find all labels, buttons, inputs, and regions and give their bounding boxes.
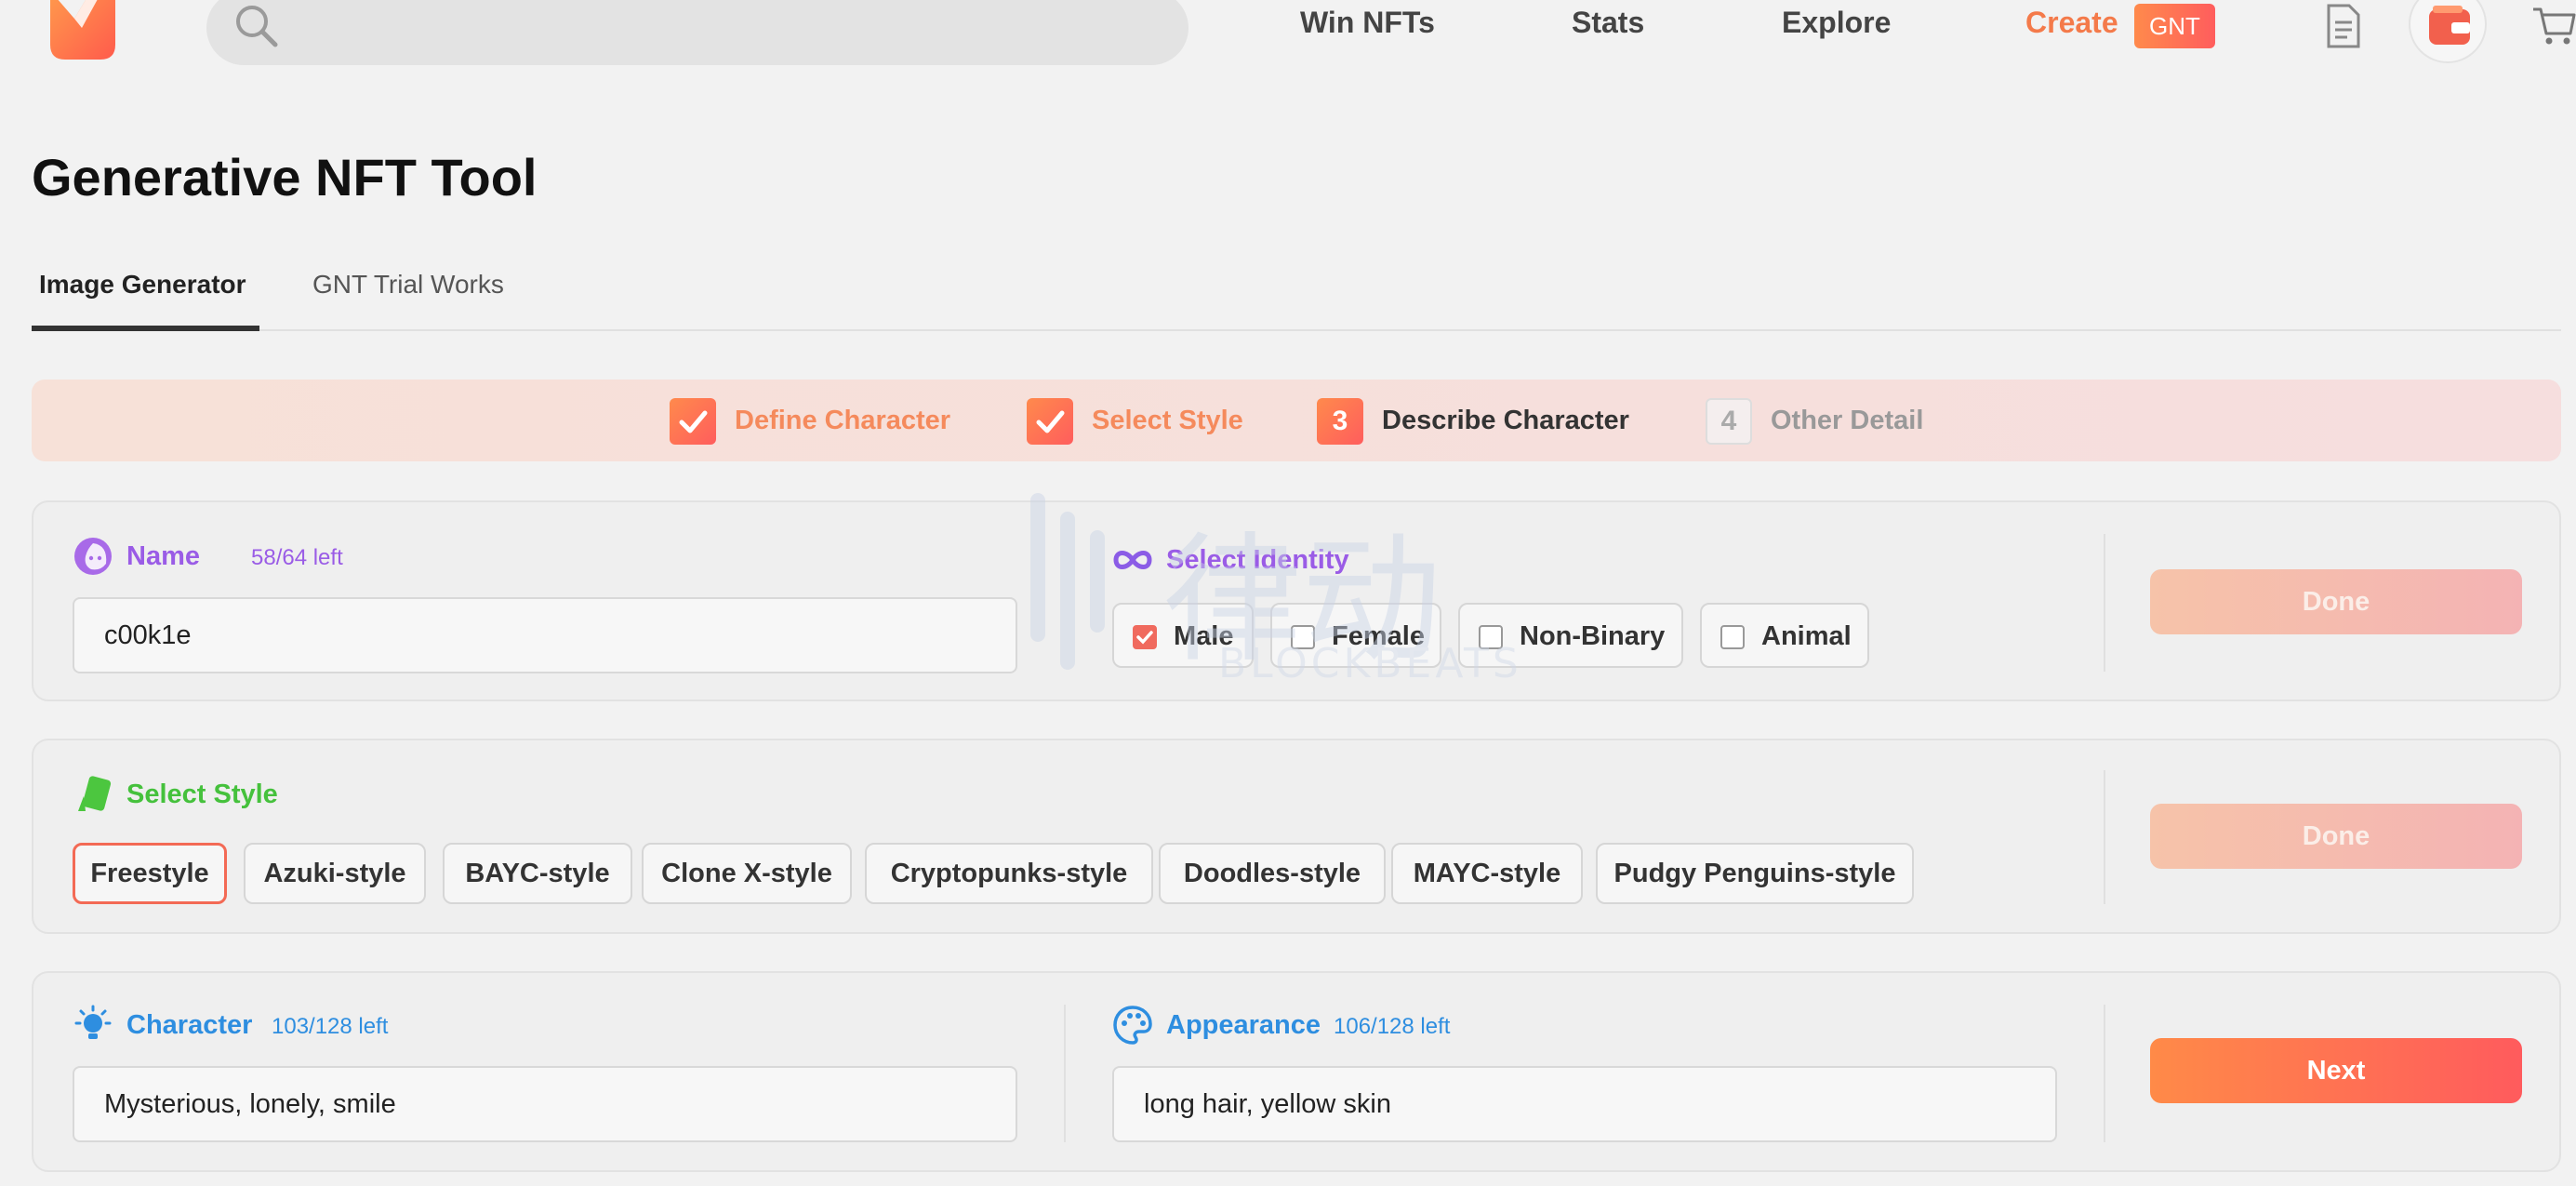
name-label: Name: [126, 541, 200, 571]
identity-option-non-binary[interactable]: Non-Binary: [1458, 603, 1683, 668]
define-done-button[interactable]: Done: [2150, 569, 2522, 634]
style-option-freestyle[interactable]: Freestyle: [73, 843, 227, 904]
card-divider: [2104, 534, 2105, 672]
identity-option-animal[interactable]: Animal: [1700, 603, 1869, 668]
checkbox-checked-icon: [1133, 625, 1157, 649]
style-option-azuki[interactable]: Azuki-style: [244, 843, 426, 904]
name-input[interactable]: c00k1e: [73, 597, 1017, 673]
checkbox-icon: [1291, 625, 1315, 649]
nav-create[interactable]: Create: [2025, 6, 2118, 40]
name-char-count: 58/64 left: [251, 545, 343, 570]
style-option-doodles[interactable]: Doodles-style: [1159, 843, 1386, 904]
style-option-pudgy-penguins[interactable]: Pudgy Penguins-style: [1596, 843, 1914, 904]
identity-option-label: Female: [1332, 621, 1425, 651]
identity-label: Select Identity: [1166, 545, 1349, 575]
search-input[interactable]: [299, 7, 1136, 48]
nav-stats[interactable]: Stats: [1572, 6, 1644, 40]
next-button[interactable]: Next: [2150, 1038, 2522, 1103]
progress-stepper: Define Character Select Style 3 Describe…: [32, 380, 2561, 461]
style-label: Select Style: [126, 780, 278, 809]
card-divider: [2104, 1005, 2105, 1142]
define-character-card: Name 58/64 left c00k1e Select Identity M…: [32, 500, 2561, 701]
card-divider: [2104, 770, 2105, 904]
nav-win-nfts[interactable]: Win NFTs: [1300, 6, 1435, 40]
style-option-cryptopunks[interactable]: Cryptopunks-style: [865, 843, 1153, 904]
identity-option-label: Male: [1174, 621, 1234, 651]
identity-option-label: Non-Binary: [1520, 621, 1666, 651]
identity-option-label: Animal: [1761, 621, 1852, 651]
lightbulb-icon: [74, 1005, 112, 1039]
identity-option-female[interactable]: Female: [1270, 603, 1441, 668]
tab-gnt-trial-works[interactable]: GNT Trial Works: [312, 270, 504, 300]
step-number: 3: [1317, 398, 1363, 445]
appearance-label: Appearance: [1166, 1010, 1321, 1040]
style-done-button[interactable]: Done: [2150, 804, 2522, 869]
appearance-input[interactable]: long hair, yellow skin: [1112, 1066, 2057, 1142]
describe-character-card: Character 103/128 left Mysterious, lonel…: [32, 971, 2561, 1172]
appearance-char-count: 106/128 left: [1334, 1014, 1451, 1039]
search-bar[interactable]: [206, 0, 1188, 65]
step-check-icon: [1027, 398, 1073, 445]
active-tab-indicator: [32, 326, 259, 331]
style-tag-icon: [78, 776, 112, 811]
step-label: Other Detail: [1771, 406, 1924, 435]
step-check-icon: [670, 398, 716, 445]
search-icon: [236, 6, 278, 47]
field-divider: [1064, 1005, 1066, 1142]
step-number: 4: [1706, 398, 1752, 445]
cart-icon[interactable]: [2531, 6, 2576, 47]
style-option-mayc[interactable]: MAYC-style: [1391, 843, 1583, 904]
style-option-clone-x[interactable]: Clone X-style: [642, 843, 852, 904]
select-style-card: Select Style Freestyle Azuki-style BAYC-…: [32, 739, 2561, 934]
character-input[interactable]: Mysterious, lonely, smile: [73, 1066, 1017, 1142]
checkbox-icon: [1479, 625, 1503, 649]
tab-image-generator[interactable]: Image Generator: [39, 270, 246, 300]
document-icon[interactable]: [2325, 4, 2362, 48]
infinity-icon: [1113, 551, 1152, 569]
character-face-icon: [74, 538, 112, 575]
gnt-badge[interactable]: GNT: [2134, 4, 2215, 48]
page-title: Generative NFT Tool: [32, 148, 538, 207]
wallet-button[interactable]: [2409, 0, 2487, 63]
nav-explore[interactable]: Explore: [1782, 6, 1891, 40]
step-label: Select Style: [1092, 406, 1243, 435]
site-logo[interactable]: [46, 0, 119, 60]
step-label: Define Character: [735, 406, 951, 435]
top-navigation: Win NFTs Stats Explore Create GNT: [0, 0, 2576, 74]
style-option-bayc[interactable]: BAYC-style: [443, 843, 632, 904]
palette-icon: [1113, 1006, 1152, 1045]
character-label: Character: [126, 1010, 253, 1040]
wallet-icon: [2429, 6, 2470, 45]
step-label: Describe Character: [1382, 406, 1629, 435]
character-char-count: 103/128 left: [272, 1014, 389, 1039]
identity-option-male[interactable]: Male: [1112, 603, 1254, 668]
checkbox-icon: [1720, 625, 1745, 649]
tab-bar: Image Generator GNT Trial Works: [32, 262, 2561, 331]
